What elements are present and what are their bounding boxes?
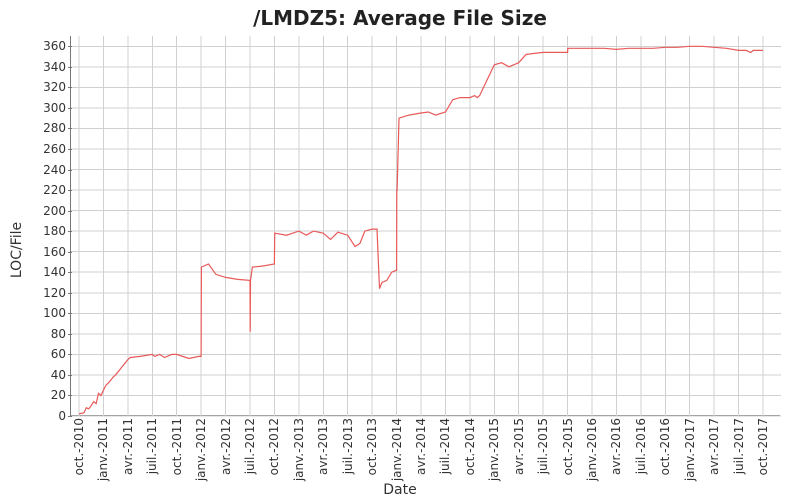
x-tick: avr.-2013 bbox=[316, 418, 330, 475]
y-tick: 60 bbox=[26, 347, 66, 361]
chart-root: /LMDZ5: Average File Size LOC/File Date … bbox=[0, 0, 800, 500]
x-tick: janv.-2013 bbox=[292, 418, 306, 481]
x-tick: janv.-2015 bbox=[487, 418, 501, 481]
y-tick: 120 bbox=[26, 286, 66, 300]
y-tick: 100 bbox=[26, 306, 66, 320]
x-tick: janv.-2017 bbox=[683, 418, 697, 481]
x-tick: avr.-2016 bbox=[609, 418, 623, 475]
y-tick: 0 bbox=[26, 409, 66, 423]
x-tick: oct.-2011 bbox=[170, 418, 184, 475]
y-tick: 340 bbox=[26, 60, 66, 74]
x-tick: janv.-2012 bbox=[194, 418, 208, 481]
y-tick: 20 bbox=[26, 388, 66, 402]
x-tick: juil.-2016 bbox=[634, 418, 648, 474]
x-tick: avr.-2011 bbox=[121, 418, 135, 475]
x-tick: avr.-2017 bbox=[707, 418, 721, 475]
x-tick: oct.-2016 bbox=[658, 418, 672, 475]
x-tick: avr.-2015 bbox=[512, 418, 526, 475]
x-tick: avr.-2014 bbox=[414, 418, 428, 475]
y-tick: 180 bbox=[26, 224, 66, 238]
x-tick: janv.-2014 bbox=[390, 418, 404, 481]
x-tick: juil.-2014 bbox=[438, 418, 452, 474]
y-tick: 40 bbox=[26, 368, 66, 382]
plot-area bbox=[70, 36, 780, 416]
x-tick: oct.-2014 bbox=[463, 418, 477, 475]
y-tick: 200 bbox=[26, 204, 66, 218]
y-tick: 240 bbox=[26, 163, 66, 177]
x-tick: oct.-2010 bbox=[72, 418, 86, 475]
y-tick: 140 bbox=[26, 265, 66, 279]
y-tick: 260 bbox=[26, 142, 66, 156]
x-tick: oct.-2012 bbox=[267, 418, 281, 475]
x-axis-label: Date bbox=[0, 482, 800, 498]
plot-svg bbox=[71, 36, 781, 416]
x-tick: juil.-2013 bbox=[341, 418, 355, 474]
x-tick: juil.-2017 bbox=[732, 418, 746, 474]
y-tick: 300 bbox=[26, 101, 66, 115]
y-tick: 280 bbox=[26, 121, 66, 135]
x-tick: oct.-2015 bbox=[561, 418, 575, 475]
y-axis-label: LOC/File bbox=[8, 0, 26, 500]
x-tick: avr.-2012 bbox=[219, 418, 233, 475]
y-tick: 360 bbox=[26, 39, 66, 53]
y-tick: 320 bbox=[26, 80, 66, 94]
x-tick: janv.-2016 bbox=[585, 418, 599, 481]
x-tick: janv.-2011 bbox=[96, 418, 110, 481]
gridlines bbox=[71, 36, 781, 416]
y-tick: 160 bbox=[26, 245, 66, 259]
x-tick: oct.-2017 bbox=[756, 418, 770, 475]
x-tick: juil.-2015 bbox=[536, 418, 550, 474]
x-tick: oct.-2013 bbox=[365, 418, 379, 475]
chart-title: /LMDZ5: Average File Size bbox=[0, 6, 800, 30]
x-tick: juil.-2012 bbox=[243, 418, 257, 474]
y-tick: 80 bbox=[26, 327, 66, 341]
y-tick: 220 bbox=[26, 183, 66, 197]
x-tick: juil.-2011 bbox=[145, 418, 159, 474]
